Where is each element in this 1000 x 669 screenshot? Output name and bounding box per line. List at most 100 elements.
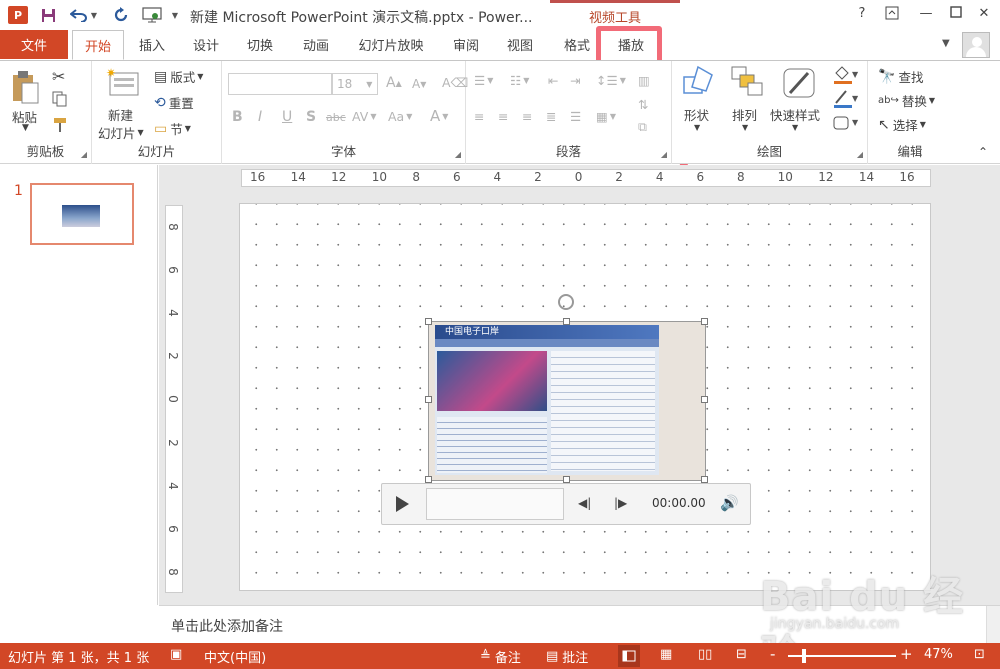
layout-button[interactable]: ▤ 版式 ▼: [154, 67, 203, 86]
resize-handle[interactable]: [563, 476, 570, 483]
smartart-icon[interactable]: ⧉: [638, 119, 647, 135]
resize-handle[interactable]: [425, 318, 432, 325]
seek-bar[interactable]: [426, 488, 564, 520]
shape-outline-icon[interactable]: ▼: [832, 89, 860, 109]
increase-indent-icon[interactable]: ⇥: [570, 73, 580, 88]
new-slide-icon[interactable]: ✷: [106, 67, 140, 97]
resize-handle[interactable]: [425, 396, 432, 403]
strikethrough-button[interactable]: abc: [326, 111, 346, 124]
decrease-indent-icon[interactable]: ⇤: [548, 73, 558, 88]
shapes-dropdown-icon[interactable]: ▼: [694, 123, 700, 132]
tab-design[interactable]: 设计: [184, 30, 228, 59]
zoom-out-button[interactable]: -: [770, 645, 775, 663]
paragraph-launcher-icon[interactable]: ◢: [661, 150, 667, 159]
align-center-icon[interactable]: ≡: [498, 109, 508, 124]
slide-canvas[interactable]: 中国电子口岸: [239, 203, 931, 591]
shapes-button[interactable]: 形状: [684, 105, 709, 124]
zoom-slider-thumb[interactable]: [802, 649, 806, 663]
normal-view-icon[interactable]: [618, 645, 640, 667]
column-layout-icon[interactable]: ▦ ▼: [596, 109, 616, 124]
font-color-button[interactable]: A ▼: [430, 107, 448, 125]
slideshow-from-start-icon[interactable]: [142, 6, 162, 24]
select-button[interactable]: ↖ 选择 ▼: [878, 115, 926, 134]
resize-handle[interactable]: [701, 396, 708, 403]
save-icon[interactable]: [40, 6, 56, 24]
cut-icon[interactable]: ✂: [52, 67, 65, 86]
minimize-icon[interactable]: —: [916, 6, 936, 24]
paste-icon[interactable]: [10, 67, 46, 107]
help-button[interactable]: ?: [852, 6, 872, 24]
paste-dropdown-icon[interactable]: ▼: [22, 123, 29, 133]
powerpoint-logo-icon[interactable]: P: [8, 6, 28, 24]
line-spacing-icon[interactable]: ↕☰ ▼: [596, 73, 626, 88]
resize-handle[interactable]: [425, 476, 432, 483]
skip-back-icon[interactable]: ◀|: [578, 496, 591, 510]
video-object[interactable]: 中国电子口岸: [428, 321, 706, 481]
tab-view[interactable]: 视图: [498, 30, 542, 59]
replace-button[interactable]: ab↪ 替换 ▼: [878, 91, 935, 110]
tab-format[interactable]: 格式: [554, 30, 600, 59]
account-avatar[interactable]: [962, 32, 990, 58]
slide-thumbnail[interactable]: [30, 183, 134, 245]
quick-styles-dropdown-icon[interactable]: ▼: [792, 123, 798, 132]
rotate-handle[interactable]: [558, 294, 574, 310]
spellcheck-icon[interactable]: ▣: [170, 647, 182, 662]
grow-font-button[interactable]: A ▲: [386, 75, 402, 91]
italic-button[interactable]: I: [258, 109, 262, 125]
tab-slideshow[interactable]: 幻灯片放映: [350, 30, 432, 59]
close-icon[interactable]: ✕: [974, 6, 994, 24]
change-case-button[interactable]: Aa ▼: [388, 109, 412, 124]
shape-effects-icon[interactable]: ▼: [832, 113, 860, 133]
numbering-icon[interactable]: ☷ ▼: [510, 73, 529, 88]
shadow-button[interactable]: S: [306, 109, 316, 125]
character-spacing-button[interactable]: AV ▼: [352, 109, 376, 124]
new-slide-label-2[interactable]: 幻灯片 ▼: [98, 123, 144, 142]
tab-animations[interactable]: 动画: [292, 30, 340, 59]
new-slide-label-1[interactable]: 新建: [108, 105, 133, 124]
notes-toggle-button[interactable]: ≜ 备注: [480, 647, 521, 666]
bullets-icon[interactable]: ☰ ▼: [474, 73, 493, 88]
align-right-icon[interactable]: ≡: [522, 109, 532, 124]
reading-view-icon[interactable]: ▯▯: [698, 647, 712, 662]
maximize-icon[interactable]: [946, 6, 966, 24]
format-painter-icon[interactable]: [52, 117, 68, 133]
slide-sorter-view-icon[interactable]: ▦: [660, 647, 672, 662]
tab-home[interactable]: 开始: [72, 30, 124, 60]
tab-transitions[interactable]: 切换: [238, 30, 282, 59]
comments-toggle-button[interactable]: ▤ 批注: [546, 647, 588, 666]
underline-button[interactable]: U: [282, 109, 292, 125]
font-size-combo[interactable]: 18 ▼: [332, 73, 378, 95]
chevron-down-icon[interactable]: ▼: [942, 38, 950, 49]
arrange-icon[interactable]: [730, 65, 764, 97]
bold-button[interactable]: B: [232, 109, 243, 125]
collapse-ribbon-icon[interactable]: ⌃: [978, 145, 988, 159]
align-left-icon[interactable]: ≡: [474, 109, 484, 124]
play-icon[interactable]: [392, 494, 412, 514]
tab-review[interactable]: 审阅: [444, 30, 488, 59]
drawing-launcher-icon[interactable]: ◢: [857, 150, 863, 159]
ribbon-display-options-icon[interactable]: [882, 6, 902, 24]
font-launcher-icon[interactable]: ◢: [455, 150, 461, 159]
zoom-in-button[interactable]: +: [900, 645, 913, 663]
quick-styles-icon[interactable]: [782, 65, 818, 99]
resize-handle[interactable]: [563, 318, 570, 325]
shape-fill-icon[interactable]: ▼: [832, 65, 860, 85]
text-direction-icon[interactable]: ⇅: [638, 97, 648, 112]
customize-qat-icon[interactable]: ▼: [170, 6, 180, 24]
skip-forward-icon[interactable]: |▶: [614, 496, 627, 510]
fit-slide-icon[interactable]: ⊡: [974, 647, 985, 662]
language-status[interactable]: 中文(中国): [204, 647, 266, 666]
section-button[interactable]: ▭ 节 ▼: [154, 119, 191, 138]
undo-dropdown-icon[interactable]: ▼: [90, 6, 98, 24]
arrange-dropdown-icon[interactable]: ▼: [742, 123, 748, 132]
quick-styles-button[interactable]: 快速样式: [770, 105, 820, 124]
tab-file[interactable]: 文件: [0, 30, 68, 59]
clipboard-launcher-icon[interactable]: ◢: [81, 150, 87, 159]
reset-button[interactable]: ⟲ 重置: [154, 93, 194, 112]
clear-formatting-icon[interactable]: A⌫: [442, 75, 468, 90]
shapes-icon[interactable]: [682, 65, 718, 97]
volume-icon[interactable]: 🔊: [720, 494, 739, 512]
arrange-button[interactable]: 排列: [732, 105, 757, 124]
find-button[interactable]: 🔭 查找: [878, 67, 923, 86]
zoom-level[interactable]: 47%: [924, 647, 953, 662]
